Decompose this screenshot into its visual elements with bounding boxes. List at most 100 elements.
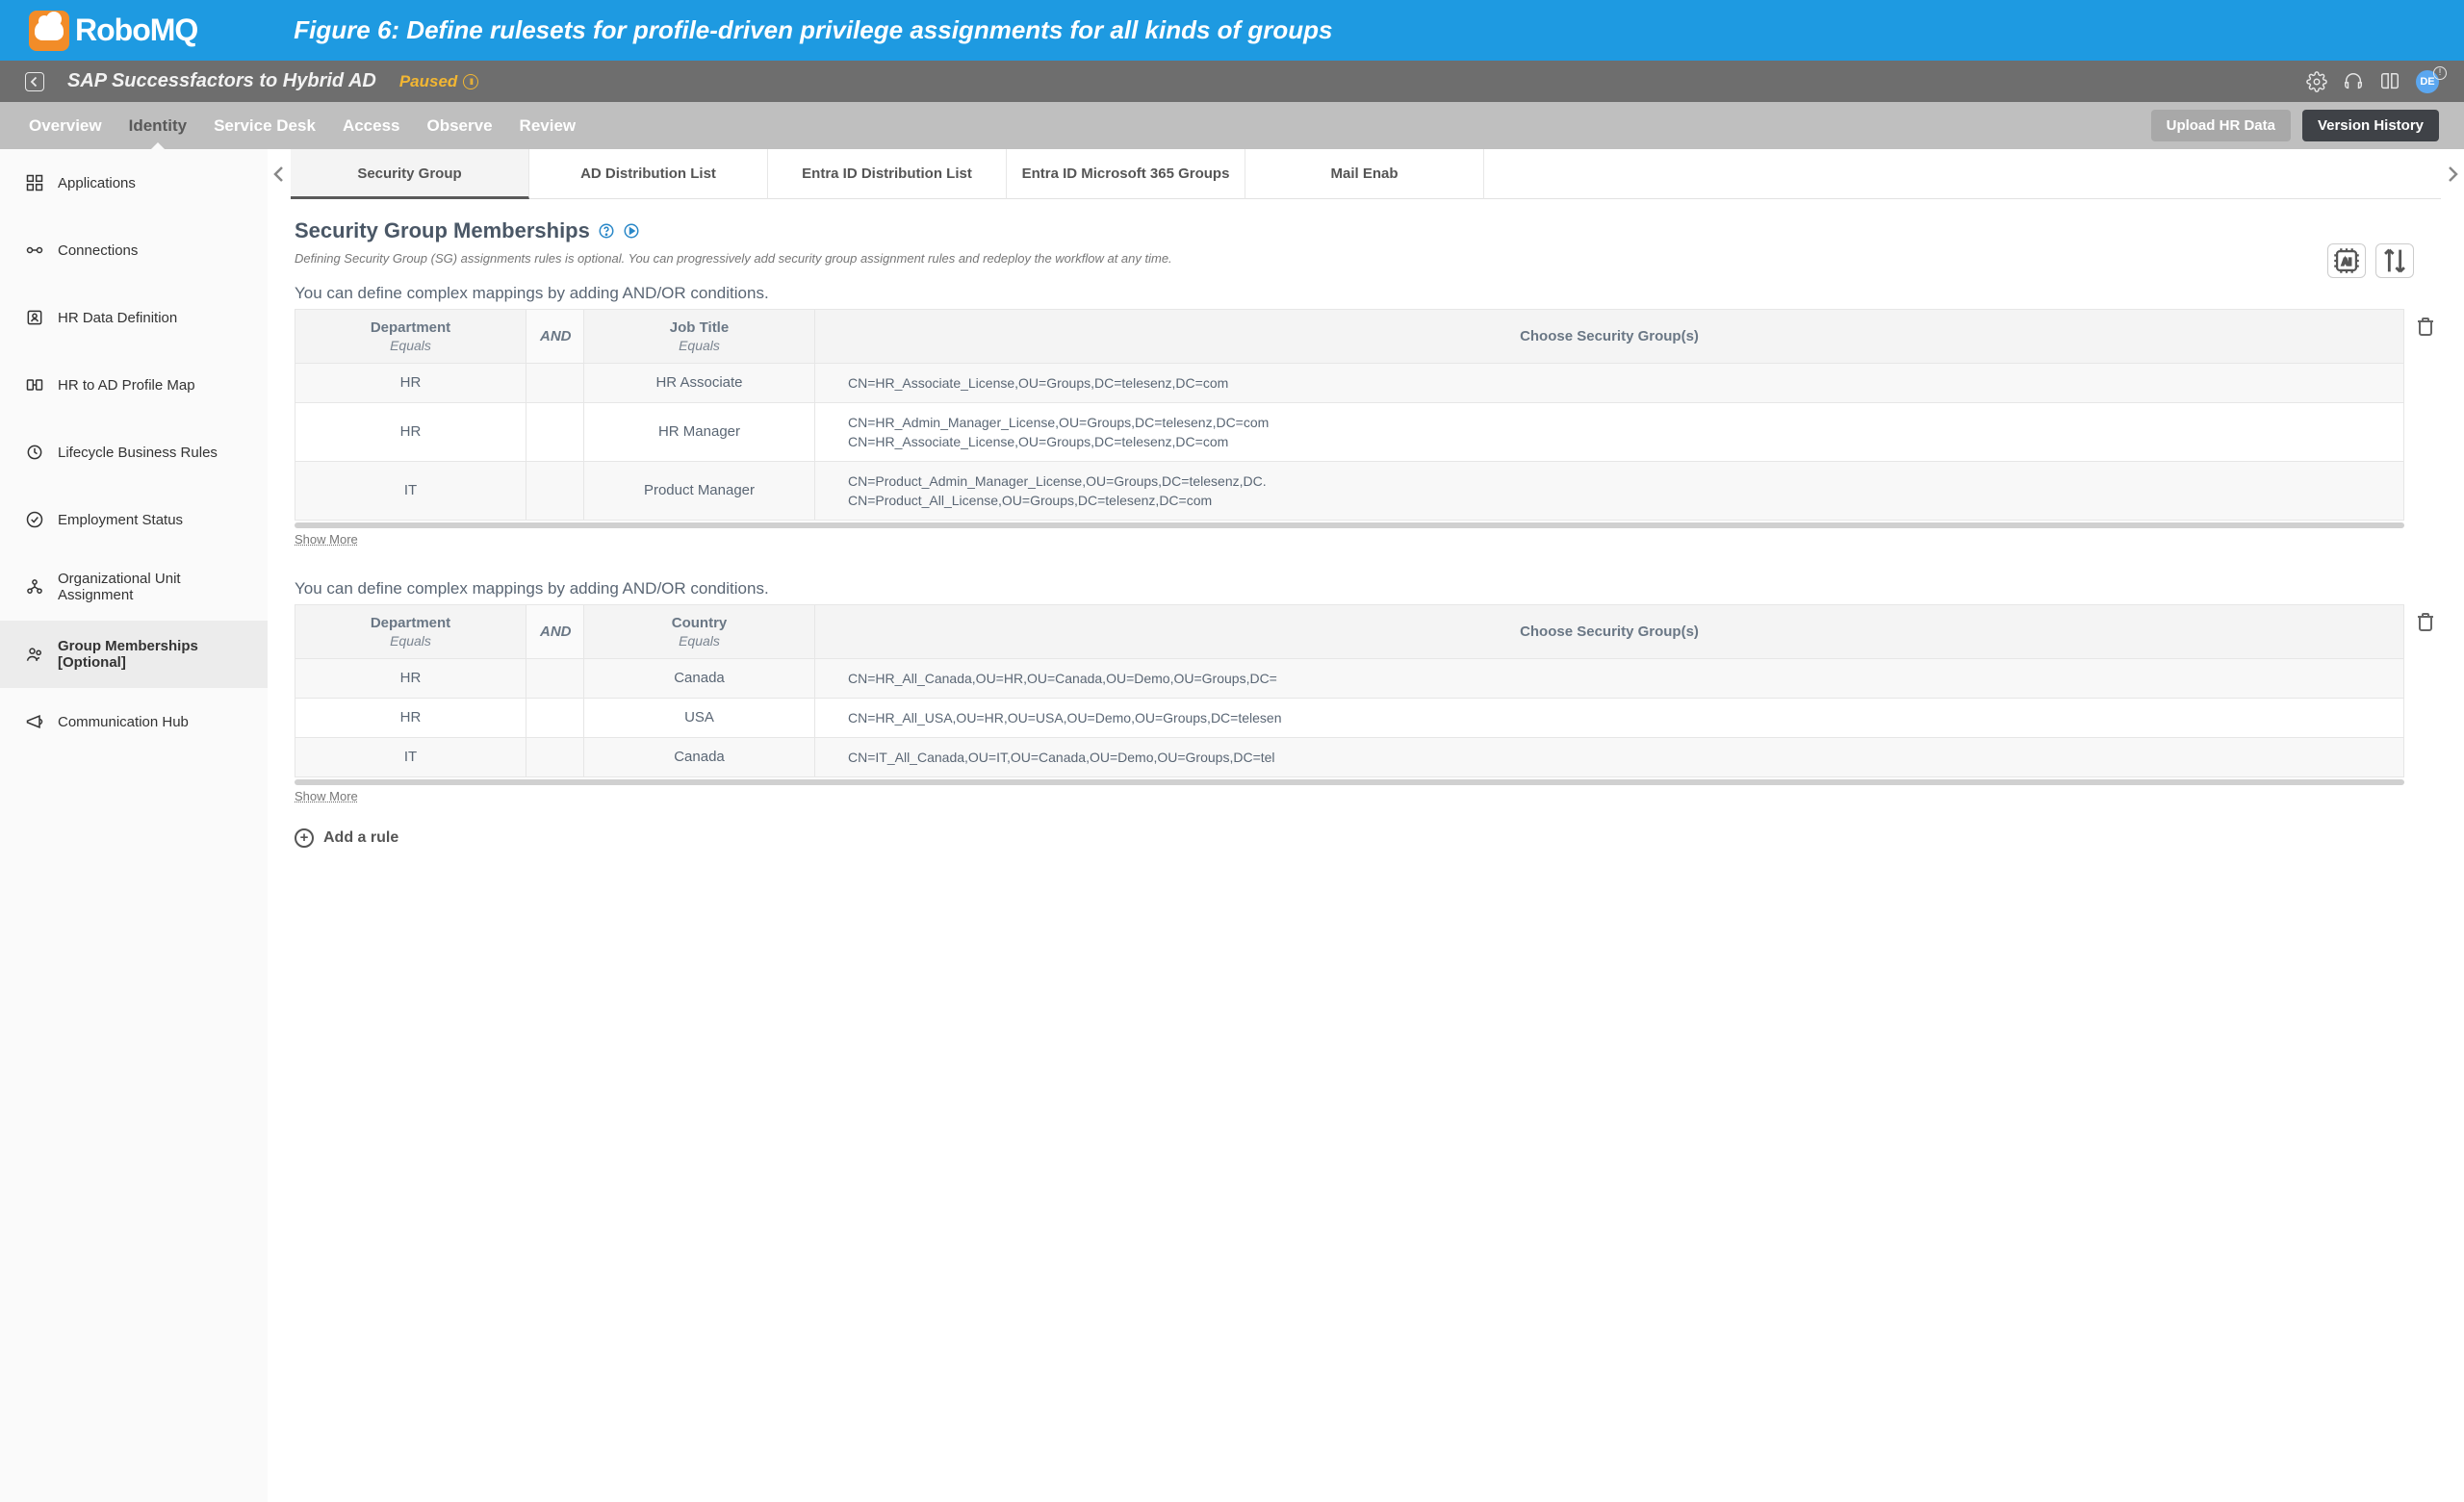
sidebar-item-communication-hub[interactable]: Communication Hub [0,688,268,755]
cell-c1: HR [295,402,526,461]
cell-groups: CN=IT_All_Canada,OU=IT,OU=Canada,OU=Demo… [815,737,2404,776]
nav-tabs: Overview Identity Service Desk Access Observ… [0,102,576,149]
sidebar-label: Organizational Unit Assignment [58,571,243,603]
sidebar-item-organizational-unit-assignment[interactable]: Organizational Unit Assignment [0,553,268,621]
subtab-security-group[interactable]: Security Group [291,149,529,199]
sidebar-label: Connections [58,242,138,259]
settings-icon[interactable] [2306,71,2327,92]
sidebar-label: Group Memberships [Optional] [58,638,243,671]
plus-icon: + [295,828,314,848]
cell-c2: HR Manager [584,402,815,461]
col-groups[interactable]: Choose Security Group(s) [815,309,2404,363]
back-button[interactable] [25,72,44,91]
col-and: AND [526,309,584,363]
play-icon[interactable] [623,222,640,240]
sidebar-label: Communication Hub [58,714,189,730]
sidebar-label: HR to AD Profile Map [58,377,195,394]
table-row[interactable]: ITCanadaCN=IT_All_Canada,OU=IT,OU=Canada… [295,737,2404,776]
table-row[interactable]: HR USA CN=HR_All_USA,OU=HR,OU=USA,OU=Demo,… [295,698,2404,737]
subtab-mail-enab[interactable]: Mail Enab [1245,149,1484,199]
sidebar-item-lifecycle-business-rules[interactable]: Lifecycle Business Rules [0,419,268,486]
cell-and [526,363,584,402]
nav-bar: Overview Identity Service Desk Access Observ… [0,102,2464,149]
section-hint: Defining Security Group (SG) assignments… [295,249,2437,268]
rule-intro-1: You can define complex mappings by addin… [295,284,2437,303]
sidebar-icon [25,375,44,395]
sidebar-icon [25,241,44,260]
show-more-2[interactable]: Show More [295,789,358,803]
table-row[interactable]: HRHR AssociateCN=HR_Associate_License,OU… [295,363,2404,402]
brand-logo: RoboMQ [29,11,197,51]
col-department[interactable]: DepartmentEquals [295,604,526,658]
rule-intro-2: You can define complex mappings by addin… [295,579,2437,598]
hscroll-indicator[interactable] [295,779,2404,785]
table-row[interactable]: ITProduct ManagerCN=Product_Admin_Manage… [295,461,2404,520]
group-item: CN=HR_All_USA,OU=HR,OU=USA,OU=Demo,OU=Gr… [848,708,2390,727]
brand-icon [29,11,69,51]
sidebar-item-employment-status[interactable]: Employment Status [0,486,268,553]
content-body: Security Group Memberships AI [268,199,2464,867]
cell-c2: USA [584,698,815,737]
sidebar-icon [25,510,44,529]
sidebar-label: Employment Status [58,512,183,528]
cell-and [526,658,584,698]
subtab-ad-distribution-list[interactable]: AD Distribution List [529,149,768,199]
nav-tab-overview[interactable]: Overview [29,102,102,149]
support-icon[interactable] [2343,71,2364,92]
nav-tab-service-desk[interactable]: Service Desk [214,102,316,149]
delete-rule-2-button[interactable] [2414,604,2437,638]
subtab-entra-id-distribution-list[interactable]: Entra ID Distribution List [768,149,1007,199]
col-groups[interactable]: Choose Security Group(s) [815,604,2404,658]
nav-tab-access[interactable]: Access [343,102,400,149]
nav-tab-review[interactable]: Review [520,102,577,149]
workflow-header: SAP Successfactors to Hybrid AD Paused I… [0,61,2464,102]
subtab-strip: Security GroupAD Distribution ListEntra … [268,149,2464,199]
group-item: CN=IT_All_Canada,OU=IT,OU=Canada,OU=Demo… [848,748,2390,767]
rule-block-2: DepartmentEquals AND CountryEquals Choos… [295,604,2437,785]
subtab-scroll-right[interactable] [2441,149,2464,199]
col-department[interactable]: DepartmentEquals [295,309,526,363]
add-rule-button[interactable]: + Add a rule [295,828,2437,848]
reorder-button[interactable] [2375,243,2414,278]
section-title: Security Group Memberships [295,218,590,243]
add-rule-label: Add a rule [323,829,398,847]
cell-groups: CN=HR_Admin_Manager_License,OU=Groups,DC… [815,402,2404,461]
upload-hr-data-button[interactable]: Upload HR Data [2151,110,2291,141]
sidebar-item-applications[interactable]: Applications [0,149,268,216]
show-more-1[interactable]: Show More [295,532,358,547]
rule-block-1: DepartmentEquals AND Job TitleEquals Cho… [295,309,2437,528]
delete-rule-1-button[interactable] [2414,309,2437,343]
nav-tab-identity[interactable]: Identity [129,102,187,149]
sidebar-item-group-memberships-optional[interactable]: Group Memberships [Optional] [0,621,268,688]
top-banner: RoboMQ Figure 6: Define rulesets for pro… [0,0,2464,61]
subtab-scroll-left[interactable] [268,149,291,199]
sidebar-icon [25,712,44,731]
ai-suggest-button[interactable]: AI [2327,243,2366,278]
cell-c1: HR [295,698,526,737]
sidebar-item-connections[interactable]: Connections [0,216,268,284]
brand-name: RoboMQ [75,13,197,48]
status-label: Paused [399,72,457,91]
group-item: CN=HR_All_Canada,OU=HR,OU=Canada,OU=Demo… [848,669,2390,688]
table-row[interactable]: HRCanadaCN=HR_All_Canada,OU=HR,OU=Canada… [295,658,2404,698]
col-jobtitle[interactable]: Job TitleEquals [584,309,815,363]
col-and: AND [526,604,584,658]
table-row[interactable]: HR HR ManagerCN=HR_Admin_Manager_License,… [295,402,2404,461]
cell-c2: Canada [584,737,815,776]
subtab-entra-id-microsoft-365-groups[interactable]: Entra ID Microsoft 365 Groups [1007,149,1245,199]
docs-icon[interactable] [2379,71,2400,92]
cell-and [526,737,584,776]
nav-tab-observe[interactable]: Observe [427,102,493,149]
help-icon[interactable] [598,222,615,240]
cell-c1: IT [295,461,526,520]
col-country[interactable]: CountryEquals [584,604,815,658]
alert-badge-icon: ! [2433,66,2447,80]
sidebar-item-hr-data-definition[interactable]: HR Data Definition [0,284,268,351]
cell-and [526,402,584,461]
cell-groups: CN=HR_All_Canada,OU=HR,OU=Canada,OU=Demo… [815,658,2404,698]
workflow-name: SAP Successfactors to Hybrid AD [67,70,376,92]
hscroll-indicator[interactable] [295,522,2404,528]
group-item: CN=HR_Associate_License,OU=Groups,DC=tel… [848,373,2390,393]
sidebar-item-hr-to-ad-profile-map[interactable]: HR to AD Profile Map [0,351,268,419]
version-history-button[interactable]: Version History [2302,110,2439,141]
